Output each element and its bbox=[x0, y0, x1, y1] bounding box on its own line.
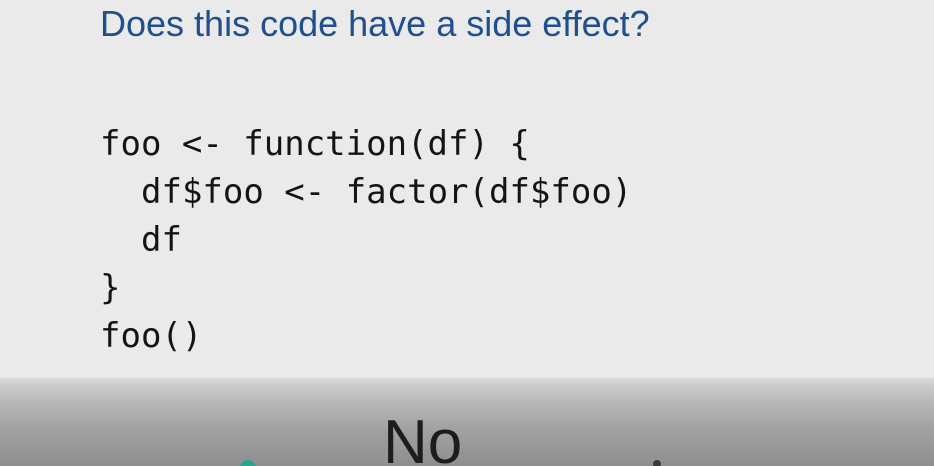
slide: Does this code have a side effect? foo <… bbox=[0, 0, 934, 466]
code-block: foo <- function(df) { df$foo <- factor(d… bbox=[100, 120, 632, 360]
code-line-2: df$foo <- factor(df$foo) bbox=[141, 172, 633, 212]
answer-banner: No bbox=[0, 378, 934, 466]
code-line-5: foo() bbox=[100, 316, 203, 356]
code-line-1: foo <- function(df) { bbox=[100, 124, 530, 164]
code-line-3: df bbox=[141, 220, 182, 260]
slide-title: Does this code have a side effect? bbox=[100, 3, 650, 44]
code-line-4: } bbox=[100, 268, 121, 308]
answer-text: No bbox=[383, 408, 463, 466]
dot-icon bbox=[653, 460, 661, 466]
